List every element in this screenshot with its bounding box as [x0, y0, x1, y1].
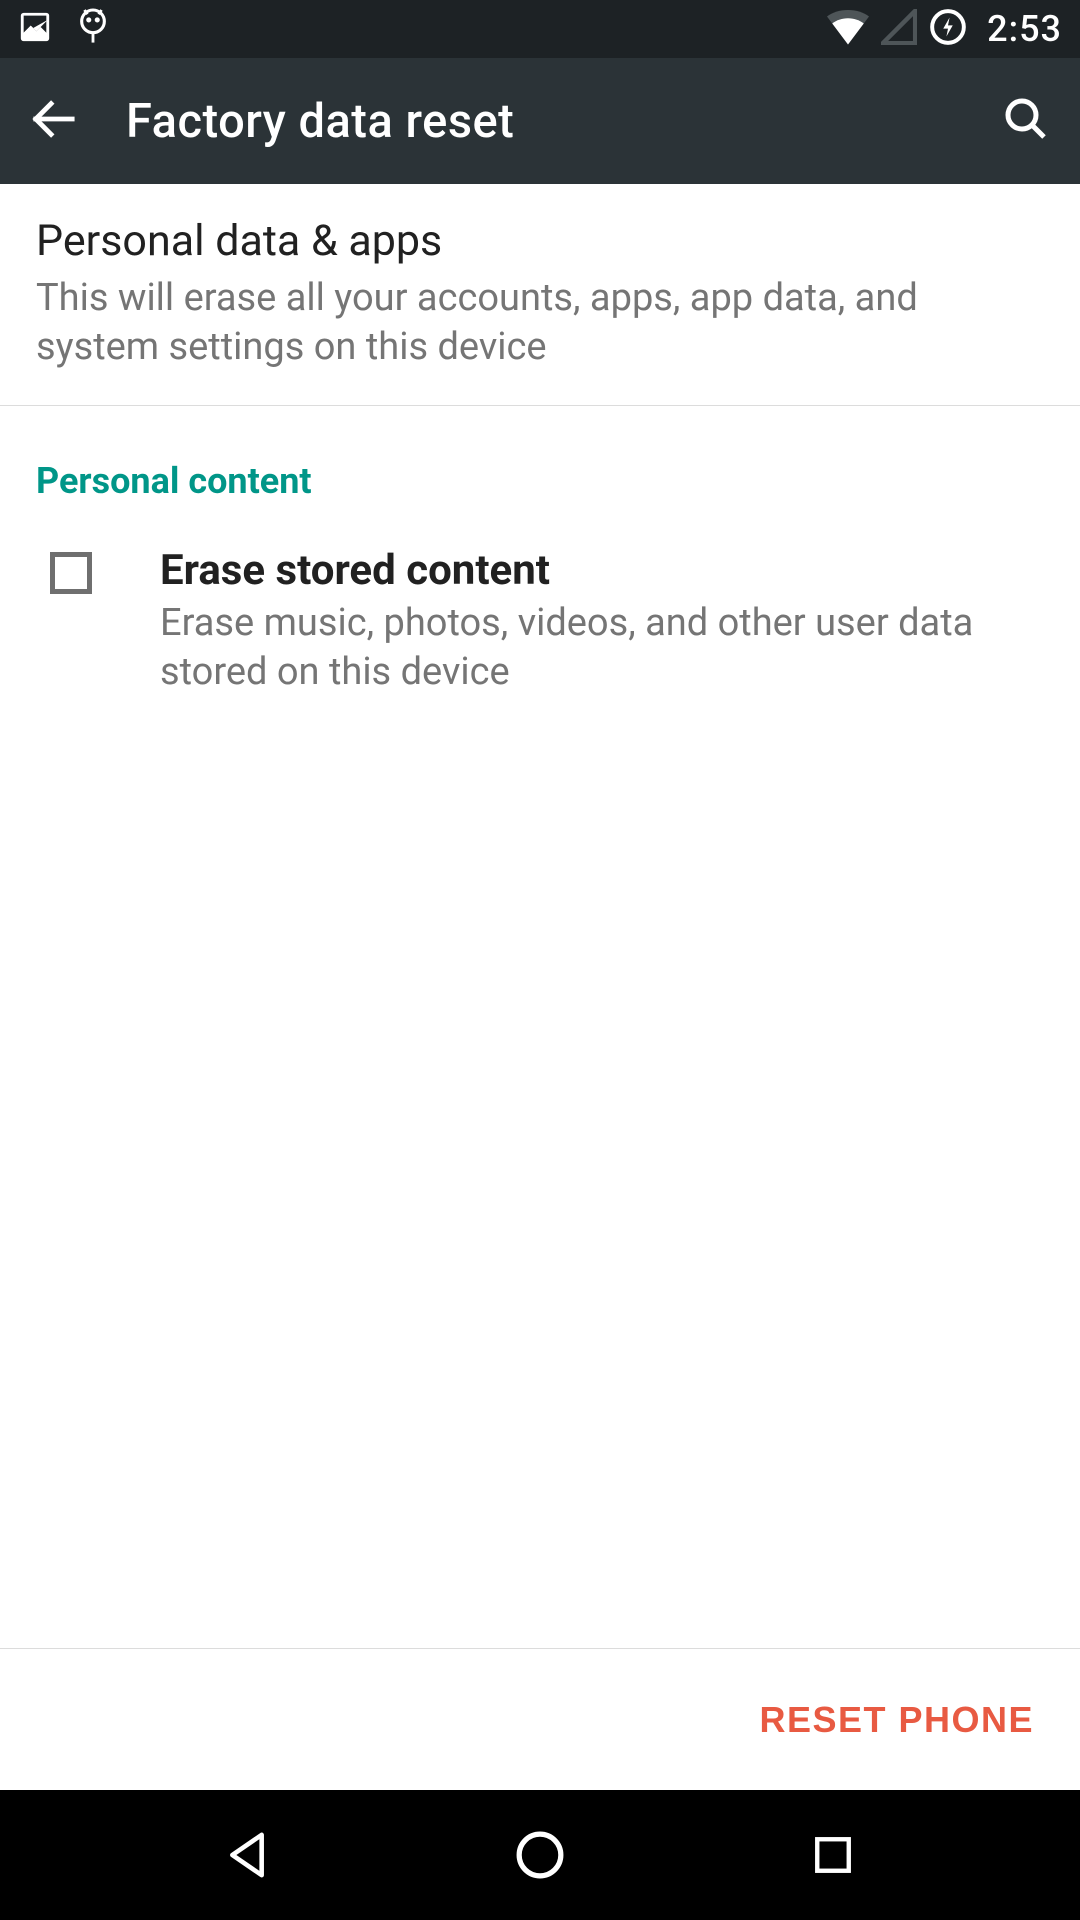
- footer: RESET PHONE: [0, 1648, 1080, 1790]
- navigation-bar: [0, 1790, 1080, 1920]
- android-robot-icon: [76, 8, 110, 50]
- status-time: 2:53: [987, 8, 1062, 50]
- page-title: Factory data reset: [126, 94, 514, 149]
- cellular-icon: [881, 9, 917, 49]
- personal-data-section: Personal data & apps This will erase all…: [0, 184, 1080, 406]
- nav-back-icon[interactable]: [217, 1825, 277, 1885]
- image-icon: [18, 10, 52, 48]
- power-icon: [929, 8, 967, 50]
- nav-recent-icon[interactable]: [803, 1825, 863, 1885]
- search-icon[interactable]: [1002, 95, 1050, 147]
- content-area: Personal data & apps This will erase all…: [0, 184, 1080, 1790]
- personal-content-label: Personal content: [0, 406, 1080, 522]
- erase-stored-content-row[interactable]: Erase stored content Erase music, photos…: [0, 522, 1080, 722]
- back-icon[interactable]: [30, 96, 76, 146]
- section-title: Personal data & apps: [36, 216, 1044, 266]
- checkbox-description: Erase music, photos, videos, and other u…: [160, 599, 1044, 698]
- reset-phone-button[interactable]: RESET PHONE: [759, 1699, 1034, 1741]
- status-bar: 2:53: [0, 0, 1080, 58]
- checkbox-title: Erase stored content: [160, 546, 1044, 595]
- nav-home-icon[interactable]: [510, 1825, 570, 1885]
- checkbox-icon[interactable]: [50, 552, 92, 594]
- wifi-icon: [827, 9, 869, 49]
- app-bar: Factory data reset: [0, 58, 1080, 184]
- section-description: This will erase all your accounts, apps,…: [36, 274, 1044, 373]
